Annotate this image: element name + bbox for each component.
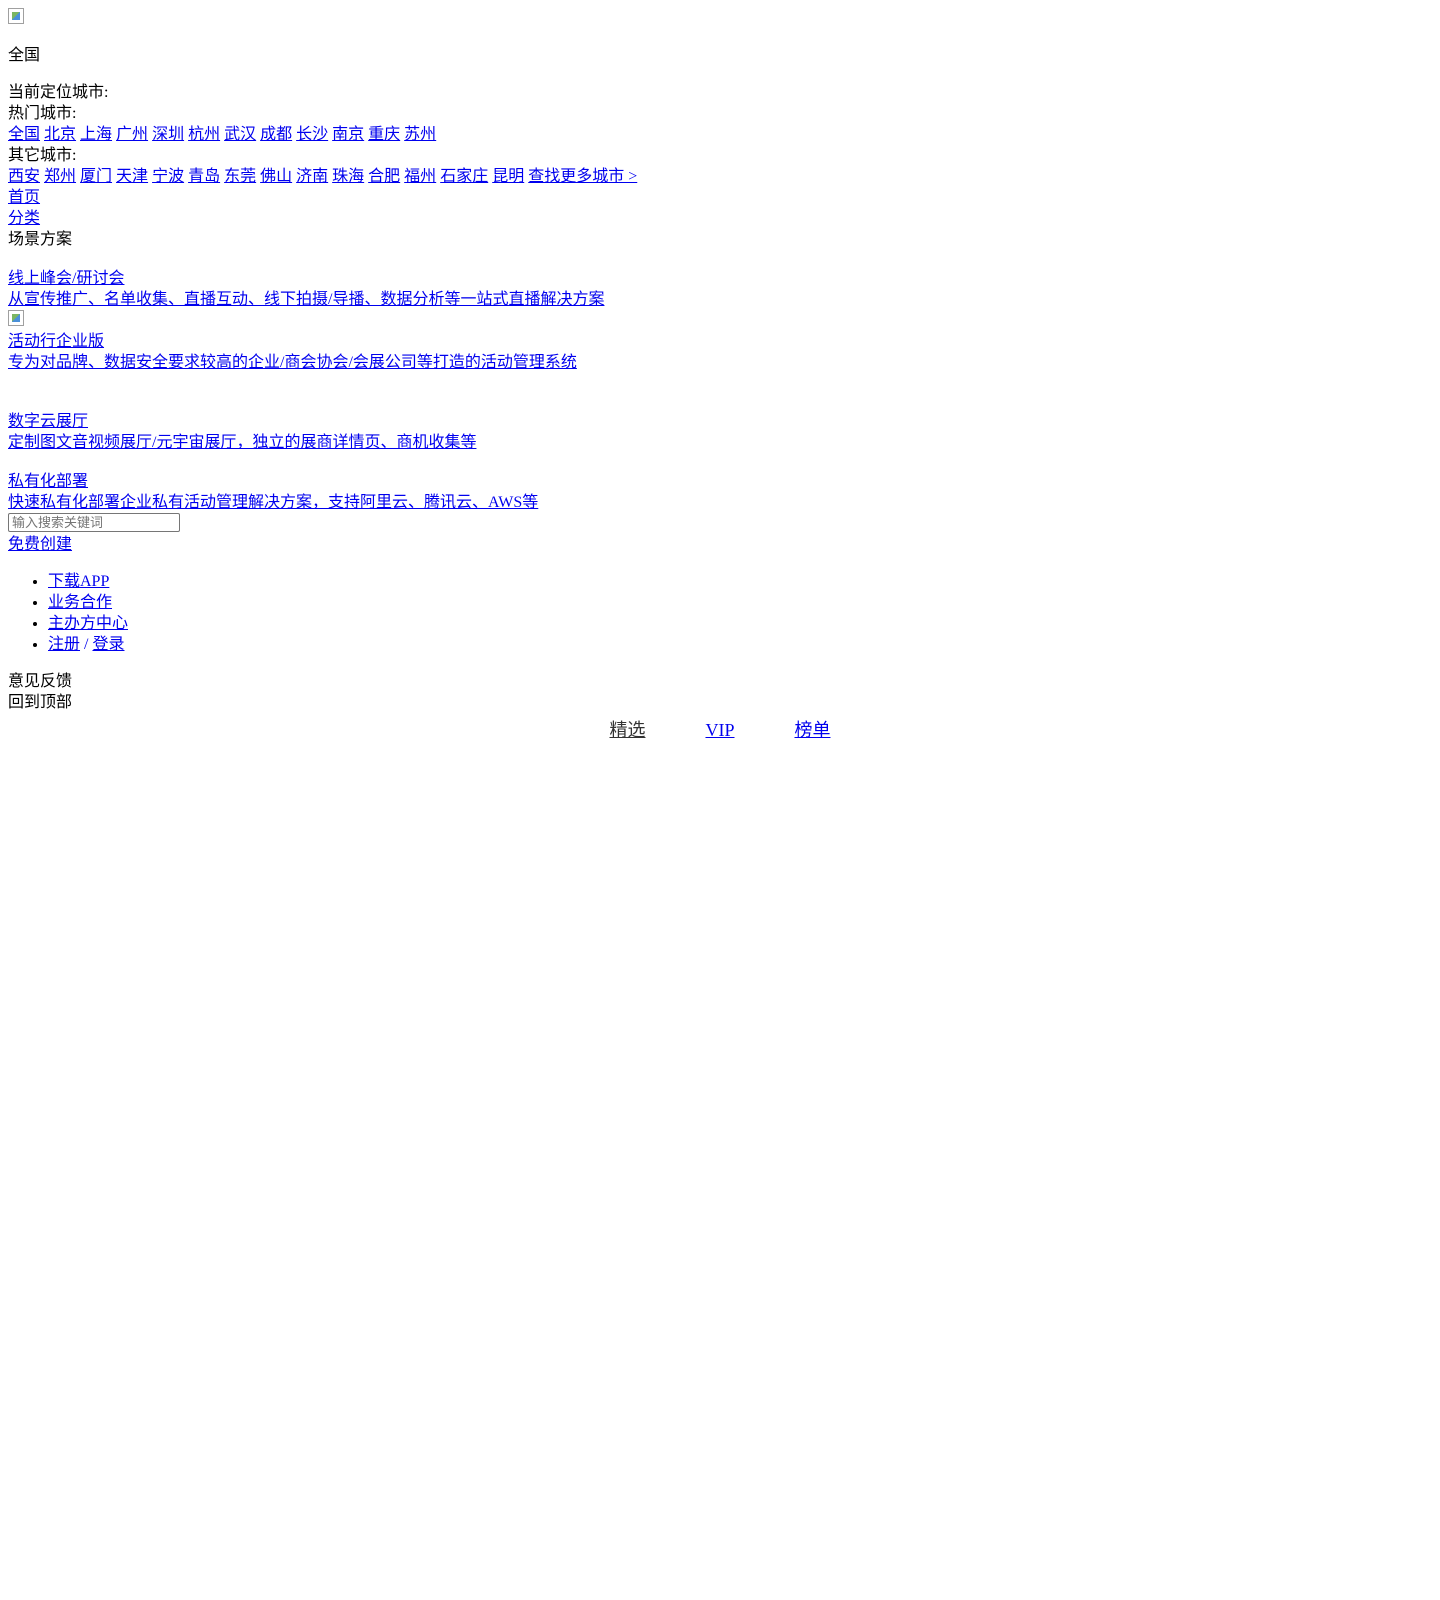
hot-city-link[interactable]: 重庆 [368,126,400,143]
main-nav: 首页 分类 场景方案 [8,187,1432,250]
other-city-link[interactable]: 石家庄 [440,168,488,185]
other-city-link[interactable]: 天津 [116,168,148,185]
register-link[interactable]: 注册 [48,636,80,653]
nav-category-link[interactable]: 分类 [8,210,40,227]
locate-label: 当前定位城市: [8,84,109,101]
other-city-link[interactable]: 厦门 [80,168,112,185]
other-city-link[interactable]: 西安 [8,168,40,185]
hot-city-link[interactable]: 成都 [260,126,292,143]
solution-desc[interactable]: 专为对品牌、数据安全要求较高的企业/商会协会/会展公司等打造的活动管理系统 [8,354,577,371]
solution-title[interactable]: 线上峰会/研讨会 [8,270,124,287]
other-city-link[interactable]: 昆明 [492,168,524,185]
logo-row [8,8,1432,29]
solution-desc[interactable]: 定制图文音视频展厅/元宇宙展厅，独立的展商详情页、商机收集等 [8,434,476,451]
menu-item: 业务合作 [48,592,1432,613]
hot-city-link[interactable]: 武汉 [224,126,256,143]
other-city-link[interactable]: 东莞 [224,168,256,185]
logo-image[interactable] [8,8,24,24]
hot-city-link[interactable]: 上海 [80,126,112,143]
hot-cities-list: 全国 北京 上海 广州 深圳 杭州 武汉 成都 长沙 南京 重庆 苏州 [8,124,1432,145]
hot-cities-label: 热门城市: [8,105,77,122]
solution-item[interactable]: 线上峰会/研讨会 从宣传推广、名单收集、直播互动、线下拍摄/导播、数据分析等一站… [8,268,1432,310]
other-city-link[interactable]: 郑州 [44,168,76,185]
nav-home-link[interactable]: 首页 [8,189,40,206]
hot-city-link[interactable]: 苏州 [404,126,436,143]
search-row [8,513,1432,534]
hot-city-link[interactable]: 北京 [44,126,76,143]
download-app-link[interactable]: 下载APP [48,573,109,590]
tab-featured[interactable]: 精选 [609,720,645,740]
login-link[interactable]: 登录 [92,636,124,653]
solution-title[interactable]: 活动行企业版 [8,333,104,350]
solution-title[interactable]: 私有化部署 [8,473,88,490]
free-create-link[interactable]: 免费创建 [8,536,72,553]
other-cities-list: 西安 郑州 厦门 天津 宁波 青岛 东莞 佛山 济南 珠海 合肥 福州 石家庄 昆明 查找更多城市 > [8,166,1432,187]
menu-item: 主办方中心 [48,613,1432,634]
other-city-link[interactable]: 济南 [296,168,328,185]
other-city-link[interactable]: 青岛 [188,168,220,185]
organizer-center-link[interactable]: 主办方中心 [48,615,128,632]
current-city[interactable]: 全国 [8,45,1432,66]
solution-image [8,310,24,326]
menu-item: 下载APP [48,571,1432,592]
back-to-top-button[interactable]: 回到顶部 [8,692,1432,713]
more-cities-link[interactable]: 查找更多城市 > [528,168,637,185]
user-menu: 下载APP 业务合作 主办方中心 注册 / 登录 [8,571,1432,655]
other-city-link[interactable]: 珠海 [332,168,364,185]
solution-item[interactable]: 数字云展厅 定制图文音视频展厅/元宇宙展厅，独立的展商详情页、商机收集等 [8,411,1432,453]
other-city-link[interactable]: 佛山 [260,168,292,185]
solution-desc[interactable]: 从宣传推广、名单收集、直播互动、线下拍摄/导播、数据分析等一站式直播解决方案 [8,291,604,308]
tab-ranking[interactable]: 榜单 [795,720,831,740]
solution-desc[interactable]: 快速私有化部署企业私有活动管理解决方案，支持阿里云、腾讯云、AWS等 [8,494,538,511]
hot-city-link[interactable]: 广州 [116,126,148,143]
feed-tabs: 精选 VIP 榜单 [0,718,1440,742]
other-city-link[interactable]: 合肥 [368,168,400,185]
solutions-menu: 线上峰会/研讨会 从宣传推广、名单收集、直播互动、线下拍摄/导播、数据分析等一站… [8,250,1432,513]
other-cities-label: 其它城市: [8,147,77,164]
business-link[interactable]: 业务合作 [48,594,112,611]
auth-separator: / [84,636,89,653]
other-city-link[interactable]: 福州 [404,168,436,185]
search-input[interactable] [8,513,180,532]
solution-item[interactable]: 活动行企业版 专为对品牌、数据安全要求较高的企业/商会协会/会展公司等打造的活动… [8,310,1432,373]
solution-title[interactable]: 数字云展厅 [8,413,88,430]
hot-city-link[interactable]: 南京 [332,126,364,143]
hot-city-link[interactable]: 深圳 [152,126,184,143]
solution-item[interactable]: 私有化部署 快速私有化部署企业私有活动管理解决方案，支持阿里云、腾讯云、AWS等 [8,471,1432,513]
other-city-link[interactable]: 宁波 [152,168,184,185]
nav-scenario[interactable]: 场景方案 [8,229,1432,250]
hot-city-link[interactable]: 长沙 [296,126,328,143]
hot-city-link[interactable]: 杭州 [188,126,220,143]
tab-vip[interactable]: VIP [705,720,734,740]
hot-city-link[interactable]: 全国 [8,126,40,143]
menu-item: 注册 / 登录 [48,634,1432,655]
page-root: 全国 当前定位城市: 热门城市: 全国 北京 上海 广州 深圳 杭州 武汉 成都 长沙 南京 重庆苏… [0,0,1440,713]
feedback-button[interactable]: 意见反馈 [8,671,1432,692]
city-picker: 当前定位城市: 热门城市: 全国 北京 上海 广州 深圳 杭州 武汉 成都 长沙 南京 重庆 苏州 其… [8,82,1432,187]
